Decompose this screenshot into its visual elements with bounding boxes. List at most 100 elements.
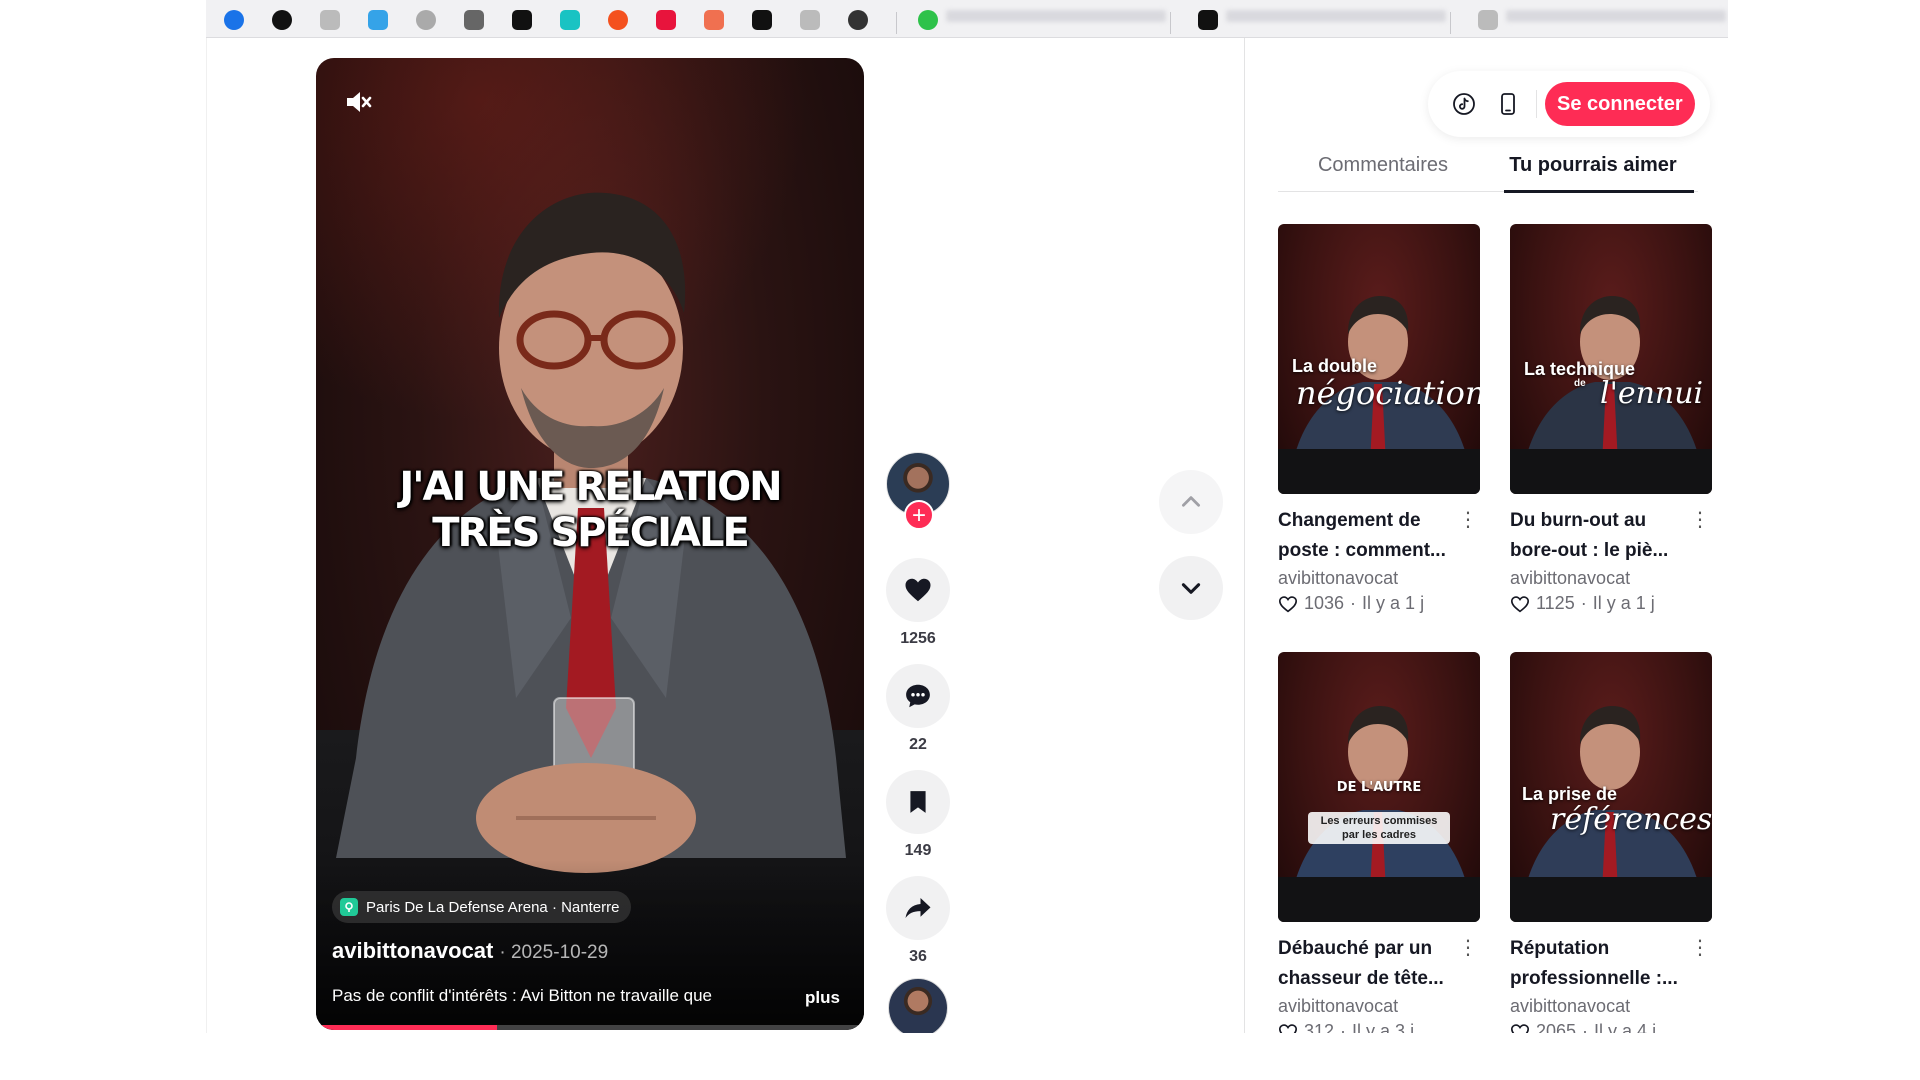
recommendation-author[interactable]: avibittonavocat (1510, 568, 1712, 589)
recommendation-title[interactable]: Du burn-out au bore-out : le piè... (1510, 506, 1712, 566)
thumbnail-line-2: Les erreurs commises par les cadres (1308, 812, 1450, 844)
bookmark-icon (910, 791, 926, 813)
recommendation-thumbnail[interactable]: La double négociation (1278, 224, 1480, 494)
share-button[interactable] (886, 876, 950, 940)
like-count: 1256 (900, 630, 936, 647)
recommendation-age: Il y a 1 j (1592, 593, 1655, 613)
tab-favicon-icon[interactable] (656, 10, 676, 30)
tab-favicon-icon[interactable] (918, 10, 938, 30)
share-arrow-icon (905, 898, 931, 918)
recommendation-likes: 1036 (1304, 593, 1345, 613)
tab-favicon-icon[interactable] (368, 10, 388, 30)
tab-favicon-icon[interactable] (512, 10, 532, 30)
header-separator (1536, 90, 1537, 118)
save-button[interactable] (886, 770, 950, 834)
recommendation-author[interactable]: avibittonavocat (1510, 996, 1712, 1017)
video-action-column: + 1256 22 149 36 (886, 452, 950, 1038)
location-chip[interactable]: Paris De La Defense Arena · Nanterre (332, 891, 632, 923)
tab-comments[interactable]: Commentaires (1278, 140, 1488, 191)
next-video-button[interactable] (1159, 556, 1223, 620)
more-options-icon[interactable]: ⋮ (1690, 504, 1710, 534)
video-progress-fill (316, 1025, 497, 1030)
tab-favicon-icon[interactable] (752, 10, 772, 30)
tab-favicon-icon[interactable] (704, 10, 724, 30)
tab-title-blurred[interactable] (1226, 10, 1446, 22)
comment-button[interactable] (886, 664, 950, 728)
tab-separator (896, 12, 897, 34)
video-progress-bar[interactable] (316, 1025, 864, 1030)
recommendation-card[interactable]: La double négociation Changement de post… (1278, 224, 1480, 614)
more-options-icon[interactable]: ⋮ (1690, 932, 1710, 962)
recommendation-thumbnail[interactable]: La technique de l'ennui (1510, 224, 1712, 494)
thumbnail-line-2: l'ennui (1600, 376, 1704, 411)
meta-dot: · (1350, 593, 1357, 613)
thumbnail-line-2: références (1550, 802, 1712, 837)
tab-favicon-icon[interactable] (848, 10, 868, 30)
recommendation-card[interactable]: DE L'AUTRE Les erreurs commises par les … (1278, 652, 1480, 1042)
tab-favicon-icon[interactable] (416, 10, 436, 30)
tab-title-blurred[interactable] (946, 10, 1166, 22)
more-options-icon[interactable]: ⋮ (1458, 932, 1478, 962)
video-post-date: · 2025-10-29 (499, 942, 609, 963)
mute-toggle-button[interactable] (336, 80, 380, 124)
recommendation-author[interactable]: avibittonavocat (1278, 568, 1480, 589)
music-disc-avatar[interactable] (888, 978, 948, 1038)
heart-icon (905, 578, 931, 602)
share-count: 36 (909, 948, 927, 965)
tab-title-blurred[interactable] (1506, 10, 1726, 22)
header-actions: Se connecter (1428, 71, 1710, 137)
overlay-line-2: TRÈS SPÉCIALE (432, 510, 750, 556)
recommendation-thumbnail[interactable]: DE L'AUTRE Les erreurs commises par les … (1278, 652, 1480, 922)
thumbnail-line-1: DE L'AUTRE (1336, 780, 1422, 795)
tab-you-may-like[interactable]: Tu pourrais aimer (1488, 140, 1698, 191)
active-tab-indicator (1504, 190, 1694, 193)
frame-edge (206, 38, 207, 1033)
meta-dot: · (1580, 593, 1587, 613)
video-caption: Pas de conflit d'intérêts : Avi Bitton n… (332, 986, 712, 1005)
overlay-line-1: J'AI UNE RELATION (399, 464, 782, 510)
comment-bubble-icon (906, 684, 930, 708)
follow-plus-button[interactable]: + (904, 500, 934, 530)
recommendation-meta: 1125 · Il y a 1 j (1510, 593, 1712, 614)
tab-favicon-icon[interactable] (560, 10, 580, 30)
comment-count: 22 (909, 736, 927, 753)
panel-divider (1244, 38, 1245, 1033)
video-author-name[interactable]: avibittonavocat (332, 938, 493, 964)
recommendation-thumbnail[interactable]: La prise de références (1510, 652, 1712, 922)
tab-favicon-icon[interactable] (608, 10, 628, 30)
tiktok-coin-button[interactable] (1444, 84, 1484, 124)
recommendation-title[interactable]: Changement de poste : comment... (1278, 506, 1480, 566)
video-player[interactable]: J'AI UNE RELATION TRÈS SPÉCIALE Paris De… (316, 58, 864, 1030)
browser-tab-strip (206, 0, 1728, 38)
previous-video-button[interactable] (1159, 470, 1223, 534)
recommendation-card[interactable]: La prise de références Réputation profes… (1510, 652, 1712, 1042)
mobile-phone-icon (1501, 93, 1515, 115)
tab-favicon-icon[interactable] (800, 10, 820, 30)
tab-favicon-icon[interactable] (1198, 10, 1218, 30)
tiktok-logo-icon (1453, 93, 1475, 115)
side-panel-tabs: Commentaires Tu pourrais aimer (1278, 140, 1698, 192)
tab-favicon-icon[interactable] (1478, 10, 1498, 30)
login-button[interactable]: Se connecter (1545, 82, 1695, 126)
save-count: 149 (904, 842, 932, 859)
recommendation-title[interactable]: Débauché par un chasseur de tête... (1278, 934, 1480, 994)
tab-separator (1450, 12, 1451, 34)
get-app-button[interactable] (1488, 84, 1528, 124)
recommendation-author[interactable]: avibittonavocat (1278, 996, 1480, 1017)
chevron-down-icon (1181, 583, 1201, 594)
thumbnail-line-2: négociation (1296, 374, 1480, 412)
recommendation-age: Il y a 1 j (1362, 593, 1425, 613)
recommendation-title[interactable]: Réputation professionnelle :... (1510, 934, 1712, 994)
like-button[interactable] (886, 558, 950, 622)
recommendation-card[interactable]: La technique de l'ennui Du burn-out au b… (1510, 224, 1712, 614)
tab-favicon-icon[interactable] (224, 10, 244, 30)
tab-favicon-icon[interactable] (272, 10, 292, 30)
video-overlay-title: J'AI UNE RELATION TRÈS SPÉCIALE (316, 464, 864, 556)
page-bottom-edge (206, 1033, 1728, 1080)
more-options-icon[interactable]: ⋮ (1458, 504, 1478, 534)
tab-favicon-icon[interactable] (320, 10, 340, 30)
muted-speaker-icon (347, 92, 372, 112)
recommendation-meta: 1036 · Il y a 1 j (1278, 593, 1480, 614)
tab-favicon-icon[interactable] (464, 10, 484, 30)
caption-more-button[interactable]: plus (805, 988, 840, 1008)
